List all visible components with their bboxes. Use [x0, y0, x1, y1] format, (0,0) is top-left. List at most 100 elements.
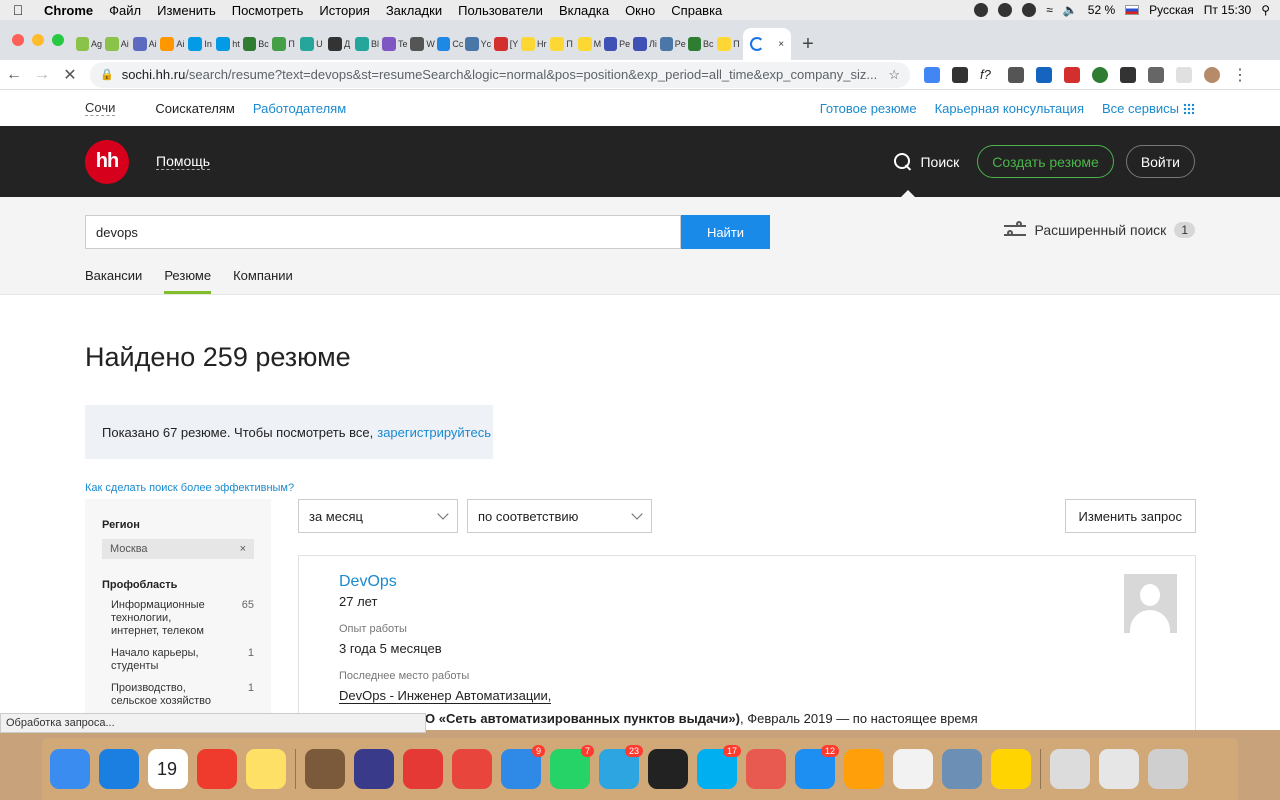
region-clear-icon[interactable]: × [240, 543, 246, 555]
browser-tab[interactable]: [Y [493, 28, 519, 60]
browser-tab[interactable]: Лі [632, 28, 658, 60]
search-input[interactable] [85, 215, 681, 249]
menu-history[interactable]: История [311, 3, 377, 18]
address-bar[interactable]: 🔒 sochi.hh.ru /search/resume?text=devops… [90, 61, 910, 88]
browser-tab[interactable]: П [549, 28, 575, 60]
translate-extension-icon[interactable] [924, 66, 940, 83]
menu-tab[interactable]: Вкладка [551, 3, 617, 18]
minimize-window-button[interactable] [32, 34, 44, 46]
facebook-extension-icon[interactable] [1008, 66, 1024, 83]
nav-career-consult[interactable]: Карьерная консультация [935, 101, 1084, 116]
browser-tab[interactable]: W [410, 28, 436, 60]
menu-app-name[interactable]: Chrome [36, 3, 101, 18]
dock-app-store-icon[interactable]: 12 [795, 745, 839, 789]
tab-companies[interactable]: Компании [233, 268, 293, 294]
menu-view[interactable]: Посмотреть [224, 3, 312, 18]
dock-chrome-icon[interactable] [452, 749, 492, 789]
grammarly-extension-icon[interactable] [1092, 66, 1108, 83]
nav-ready-resume[interactable]: Готовое резюме [820, 101, 917, 116]
nav-employers[interactable]: Работодателям [253, 101, 346, 116]
city-selector[interactable]: Сочи [85, 100, 116, 116]
dock-anydesk-icon[interactable] [197, 749, 237, 789]
tab-vacancies[interactable]: Вакансии [85, 268, 142, 294]
region-tag[interactable]: Москва × [102, 539, 254, 559]
lock-icon[interactable]: 🔒 [100, 68, 114, 81]
dock-whatsapp-icon[interactable]: 7 [550, 745, 594, 789]
dock-notes-icon[interactable] [246, 749, 286, 789]
tray-app-icon[interactable] [998, 3, 1013, 17]
register-link[interactable]: зарегистрируйтесь [377, 425, 491, 440]
drive-extension-icon[interactable] [1036, 66, 1052, 83]
dock-gimp-icon[interactable] [305, 749, 345, 789]
dock-calculator-icon[interactable] [844, 749, 884, 789]
hh-logo[interactable]: hh [85, 139, 129, 184]
browser-tab[interactable]: Ai [104, 28, 130, 60]
menu-edit[interactable]: Изменить [149, 3, 224, 18]
browser-tab[interactable]: ht [215, 28, 241, 60]
profile-avatar[interactable] [1204, 66, 1220, 83]
dock-skype-icon[interactable]: 17 [697, 745, 741, 789]
browser-tab[interactable]: Cc [437, 28, 463, 60]
text-extension-icon[interactable] [1148, 66, 1164, 83]
browser-tab[interactable]: Pe [604, 28, 630, 60]
sort-select[interactable]: по соответствию [467, 499, 652, 533]
browser-tab[interactable]: M [576, 28, 602, 60]
cube-extension-icon[interactable] [1120, 66, 1136, 83]
dock-calendar-icon[interactable]: 19 [148, 749, 188, 789]
dock-24-icon[interactable]: 9 [501, 745, 545, 789]
browser-tab[interactable]: In [187, 28, 213, 60]
find-button[interactable]: Найти [681, 215, 770, 249]
tray-app-icon[interactable] [974, 3, 989, 17]
tab-resumes[interactable]: Резюме [164, 268, 212, 294]
browser-tab[interactable]: Bc [242, 28, 269, 60]
create-resume-button[interactable]: Создать резюме [977, 145, 1114, 178]
russian-flag-icon[interactable] [1125, 5, 1140, 15]
browser-tab[interactable]: U [298, 28, 324, 60]
prof-filter-item[interactable]: Начало карьеры, студенты 1 [102, 647, 254, 673]
prof-filter-item[interactable]: Информационные технологии, интернет, тел… [102, 599, 254, 638]
wifi-icon[interactable]: ≈ [1046, 3, 1053, 17]
clock[interactable]: Пт 15:30 [1204, 3, 1251, 17]
volume-icon[interactable]: 🔈 [1063, 3, 1078, 17]
forward-button[interactable]: → [28, 66, 56, 84]
close-window-button[interactable] [12, 34, 24, 46]
browser-tab[interactable]: Д [326, 28, 352, 60]
new-tab-button[interactable]: + [793, 28, 823, 60]
apple-icon[interactable]:  [0, 2, 36, 18]
chrome-menu-icon[interactable]: ⋮ [1232, 65, 1248, 85]
browser-tab[interactable]: П [715, 28, 741, 60]
help-link[interactable]: Помощь [156, 153, 211, 170]
formula-extension-icon[interactable]: f? [980, 66, 996, 83]
hexagon-extension-icon[interactable] [1176, 66, 1192, 83]
browser-tab[interactable]: Te [382, 28, 408, 60]
browser-tab[interactable]: Ai [159, 28, 185, 60]
dock-vpn-icon[interactable] [991, 749, 1031, 789]
dock-xmind-x-icon[interactable] [403, 749, 443, 789]
dock-trash-icon[interactable] [1148, 749, 1188, 789]
header-search-link[interactable]: Поиск [894, 152, 959, 171]
resume-title-link[interactable]: DevOps [339, 573, 1155, 591]
input-language[interactable]: Русская [1149, 3, 1194, 17]
menu-file[interactable]: Файл [101, 3, 149, 18]
mail-extension-icon[interactable] [1064, 66, 1080, 83]
dock-telegram-icon[interactable]: 23 [599, 745, 643, 789]
browser-tab[interactable]: Pe [659, 28, 686, 60]
stop-loading-button[interactable]: ✕ [56, 65, 84, 85]
back-button[interactable]: ← [0, 66, 28, 84]
menu-help[interactable]: Справка [663, 3, 730, 18]
browser-tab[interactable]: Hr [521, 28, 547, 60]
menu-window[interactable]: Окно [617, 3, 663, 18]
dock-textedit-icon[interactable] [893, 749, 933, 789]
tray-app-icon[interactable] [1022, 3, 1037, 17]
browser-tab[interactable]: П [271, 28, 297, 60]
login-button[interactable]: Войти [1125, 145, 1195, 178]
browser-tab[interactable]: Ai [132, 28, 158, 60]
dock-preview-icon[interactable] [942, 749, 982, 789]
spotlight-icon[interactable]: ⚲ [1261, 3, 1270, 17]
search-tip-link[interactable]: Как сделать поиск более эффективным? [85, 482, 1280, 494]
resume-avatar[interactable] [1124, 574, 1177, 633]
active-tab[interactable]: × [743, 28, 792, 60]
dock-screen-share-icon[interactable] [746, 749, 786, 789]
dock-quicktime-icon[interactable] [1050, 749, 1090, 789]
dock-xmind-icon[interactable] [354, 749, 394, 789]
